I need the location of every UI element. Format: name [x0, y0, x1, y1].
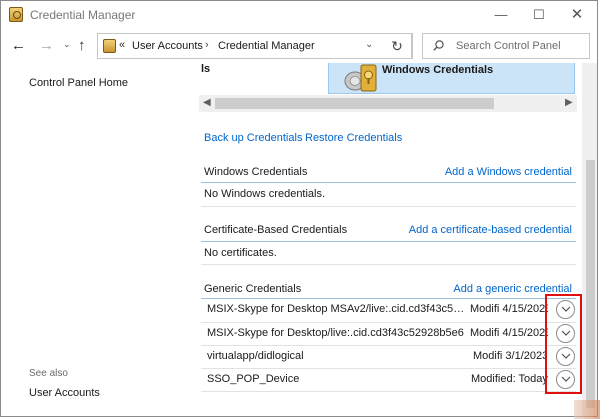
back-up-credentials-link[interactable]: Back up Credentials: [204, 132, 302, 144]
vertical-scrollbar[interactable]: [582, 63, 597, 416]
maximize-icon[interactable]: ☐: [520, 1, 558, 29]
credential-row-skype[interactable]: MSIX-Skype for Desktop/live:.cid.cd3f43c…: [201, 323, 576, 345]
refresh-icon[interactable]: ↻: [382, 33, 413, 59]
credential-name: SSO_POP_Device: [207, 373, 300, 385]
no-windows-credentials-text: No Windows credentials.: [204, 188, 326, 200]
search-icon: [433, 40, 444, 51]
scroll-left-icon[interactable]: ◀: [203, 97, 211, 108]
address-chevron[interactable]: «: [119, 39, 125, 51]
back-arrow-icon[interactable]: ←: [11, 37, 26, 54]
horizontal-scrollbar[interactable]: ◀ ▶: [199, 95, 577, 112]
title-bar: Credential Manager — ☐ ✕: [1, 1, 597, 29]
address-bar[interactable]: « User Accounts › Credential Manager ⌄: [97, 33, 412, 59]
scroll-right-icon[interactable]: ▶: [565, 97, 573, 108]
credential-vault-icon: [344, 64, 377, 92]
section-divider: [201, 241, 576, 242]
credential-row-sso-pop[interactable]: SSO_POP_Device Modified: Today: [201, 369, 576, 391]
breadcrumb-separator[interactable]: ›: [205, 39, 209, 51]
add-windows-credential-link[interactable]: Add a Windows credential: [445, 166, 572, 178]
minimize-icon[interactable]: —: [482, 1, 520, 29]
close-icon[interactable]: ✕: [558, 1, 596, 29]
control-panel-home-link[interactable]: Control Panel Home: [29, 77, 128, 89]
web-credentials-tile-cut[interactable]: ls: [201, 63, 210, 75]
add-certificate-credential-link[interactable]: Add a certificate-based credential: [409, 224, 572, 236]
recent-locations-chevron-icon[interactable]: ⌄: [63, 39, 71, 50]
highlight-box: [545, 294, 582, 394]
search-placeholder: Search Control Panel: [456, 40, 561, 52]
generic-credentials-heading: Generic Credentials: [204, 283, 302, 295]
windows-credentials-tile[interactable]: Windows Credentials: [328, 63, 575, 94]
windows-credentials-tile-label: Windows Credentials: [382, 64, 494, 76]
credential-manager-window: Credential Manager — ☐ ✕ ← → ⌄ ↑ « User …: [0, 0, 598, 417]
credential-modified: Modifi 4/15/2023: [470, 303, 548, 315]
chevron-down-icon[interactable]: ⌄: [365, 39, 373, 50]
breadcrumb-user-accounts[interactable]: User Accounts: [132, 40, 203, 52]
credential-modified: Modifi 3/1/2023: [473, 350, 547, 362]
credential-row-didlogical[interactable]: virtualapp/didlogical Modifi 3/1/2023: [201, 346, 576, 368]
certificate-credentials-heading: Certificate-Based Credentials: [204, 224, 348, 236]
row-divider: [201, 264, 576, 265]
search-input[interactable]: Search Control Panel: [422, 33, 590, 59]
row-divider: [201, 206, 576, 207]
restore-credentials-link[interactable]: Restore Credentials: [305, 132, 402, 144]
breadcrumb-credential-manager[interactable]: Credential Manager: [218, 40, 315, 52]
up-arrow-icon[interactable]: ↑: [78, 37, 86, 54]
address-folder-icon: [103, 39, 116, 53]
credential-modified: Modifi 4/15/2023: [470, 327, 548, 339]
horizontal-scroll-thumb[interactable]: [215, 98, 494, 109]
see-also-label: See also: [29, 368, 68, 379]
user-accounts-link[interactable]: User Accounts: [29, 387, 100, 399]
credential-row-skype-msav2[interactable]: MSIX-Skype for Desktop MSAv2/live:.cid.c…: [201, 299, 576, 321]
credential-name: MSIX-Skype for Desktop MSAv2/live:.cid.c…: [207, 303, 465, 315]
no-certificates-text: No certificates.: [204, 247, 277, 259]
credential-modified: Modified: Today: [471, 373, 548, 385]
vertical-scroll-thumb[interactable]: [586, 160, 595, 408]
windows-credentials-heading: Windows Credentials: [204, 166, 308, 178]
section-divider: [201, 182, 576, 183]
forward-arrow-icon[interactable]: →: [39, 37, 54, 54]
corner-fragment: [574, 400, 600, 419]
credential-name: MSIX-Skype for Desktop/live:.cid.cd3f43c…: [207, 327, 464, 339]
credential-name: virtualapp/didlogical: [207, 350, 304, 362]
row-divider: [201, 391, 576, 392]
app-icon: [9, 7, 23, 22]
window-title: Credential Manager: [30, 8, 136, 22]
